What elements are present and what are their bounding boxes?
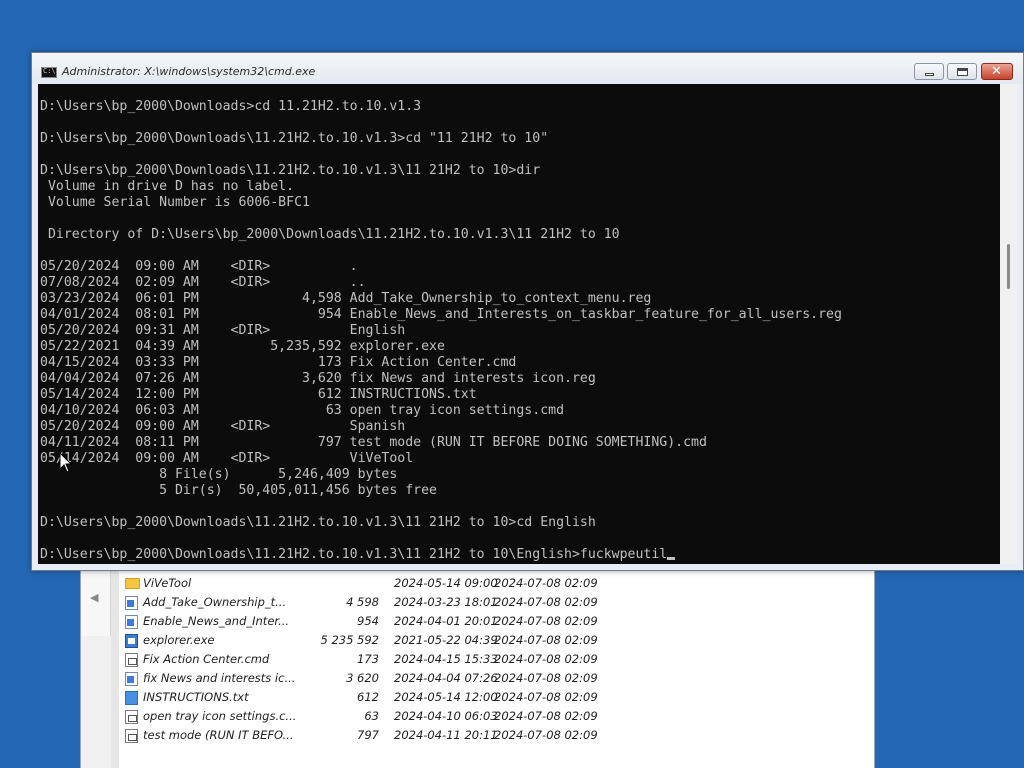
file-row[interactable]: test mode (RUN IT BEFO... 797 2024-04-11…: [119, 726, 874, 745]
cmd-file-icon: [125, 729, 138, 743]
file-date-modified: 2024-04-04 07:26: [394, 671, 498, 685]
file-date-created: 2024-07-08 02:09: [494, 576, 598, 590]
file-date-created: 2024-07-08 02:09: [494, 633, 598, 647]
file-row[interactable]: Enable_News_and_Inter... 954 2024-04-01 …: [119, 612, 874, 631]
maximize-button[interactable]: [947, 63, 977, 80]
file-name: ViVeTool: [143, 576, 192, 590]
file-row[interactable]: Fix Action Center.cmd 173 2024-04-15 15:…: [119, 650, 874, 669]
txt-file-icon: [125, 691, 138, 705]
file-size: 3 620: [346, 671, 379, 685]
file-size: 5 235 592: [320, 633, 379, 647]
scroll-thumb[interactable]: [1007, 244, 1010, 289]
cmd-window[interactable]: C:\ Administrator: X:\windows\system32\c…: [31, 52, 1024, 571]
file-size: 4 598: [346, 595, 379, 609]
file-date-created: 2024-07-08 02:09: [494, 690, 598, 704]
file-row[interactable]: fix News and interests ic... 3 620 2024-…: [119, 669, 874, 688]
file-name: test mode (RUN IT BEFO...: [143, 728, 294, 742]
file-name: Add_Take_Ownership_t...: [143, 595, 287, 609]
file-name: fix News and interests ic...: [143, 671, 296, 685]
file-name: explorer.exe: [143, 633, 215, 647]
file-name: Fix Action Center.cmd: [143, 652, 270, 666]
file-date-modified: 2024-03-23 18:01: [394, 595, 498, 609]
mouse-pointer-icon: [59, 452, 73, 473]
file-row[interactable]: INSTRUCTIONS.txt 612 2024-05-14 12:00 20…: [119, 688, 874, 707]
file-list: ViVeTool 2024-05-14 09:00 2024-07-08 02:…: [111, 561, 874, 768]
file-date-modified: 2024-04-10 06:03: [394, 709, 498, 723]
maximize-icon: [957, 68, 968, 76]
file-row[interactable]: ViVeTool 2024-05-14 09:00 2024-07-08 02:…: [119, 574, 874, 593]
minimize-icon: [925, 73, 934, 76]
file-date-modified: 2024-04-15 15:33: [394, 652, 498, 666]
console-text: D:\Users\bp_2000\Downloads>cd 11.21H2.to…: [40, 99, 842, 563]
file-row[interactable]: explorer.exe 5 235 592 2021-05-22 04:39 …: [119, 631, 874, 650]
vertical-scrollbar[interactable]: [1000, 84, 1018, 564]
navigation-pane: ◀: [81, 561, 111, 636]
close-button[interactable]: ✕: [981, 63, 1013, 80]
file-date-modified: 2024-04-01 20:01: [394, 614, 498, 628]
file-name: Enable_News_and_Inter...: [143, 614, 290, 628]
file-date-created: 2024-07-08 02:09: [494, 728, 598, 742]
reg-file-icon: [125, 596, 138, 610]
file-name: INSTRUCTIONS.txt: [143, 690, 249, 704]
console-lines: D:\Users\bp_2000\Downloads>cd 11.21H2.to…: [40, 99, 842, 562]
file-size: 797: [357, 728, 379, 742]
close-icon: ✕: [991, 64, 1002, 79]
folder-icon: [125, 578, 140, 589]
file-row[interactable]: open tray icon settings.c... 63 2024-04-…: [119, 707, 874, 726]
file-date-created: 2024-07-08 02:09: [494, 671, 598, 685]
file-name: open tray icon settings.c...: [143, 709, 297, 723]
console-output-area[interactable]: D:\Users\bp_2000\Downloads>cd 11.21H2.to…: [38, 84, 1000, 564]
cmd-app-icon-label: C:\: [43, 67, 56, 75]
reg-file-icon: [125, 672, 138, 686]
file-date-modified: 2024-05-14 12:00: [394, 690, 498, 704]
file-date-created: 2024-07-08 02:09: [494, 709, 598, 723]
file-date-created: 2024-07-08 02:09: [494, 652, 598, 666]
reg-file-icon: [125, 615, 138, 629]
file-row[interactable]: Add_Take_Ownership_t... 4 598 2024-03-23…: [119, 593, 874, 612]
collapse-arrow-icon[interactable]: ◀: [90, 591, 98, 604]
file-date-modified: 2024-04-11 20:11: [394, 728, 498, 742]
file-size: 954: [357, 614, 379, 628]
file-size: 612: [357, 690, 379, 704]
file-date-created: 2024-07-08 02:09: [494, 614, 598, 628]
file-date-modified: 2021-05-22 04:39: [394, 633, 498, 647]
file-date-created: 2024-07-08 02:09: [494, 595, 598, 609]
title-bar[interactable]: C:\ Administrator: X:\windows\system32\c…: [32, 53, 1023, 84]
file-size: 173: [357, 652, 379, 666]
cmd-file-icon: [125, 710, 138, 724]
minimize-button[interactable]: [914, 63, 944, 80]
cmd-file-icon: [125, 653, 138, 667]
cmd-app-icon[interactable]: C:\: [41, 67, 57, 78]
text-cursor: [667, 557, 676, 560]
explorer-window: ◀ ViVeTool 2024-05-14 09:00 2024-07-08 0…: [80, 560, 875, 768]
file-date-modified: 2024-05-14 09:00: [394, 576, 498, 590]
file-size: 63: [364, 709, 379, 723]
window-title: Administrator: X:\windows\system32\cmd.e…: [62, 65, 316, 78]
exe-file-icon: [125, 634, 138, 648]
